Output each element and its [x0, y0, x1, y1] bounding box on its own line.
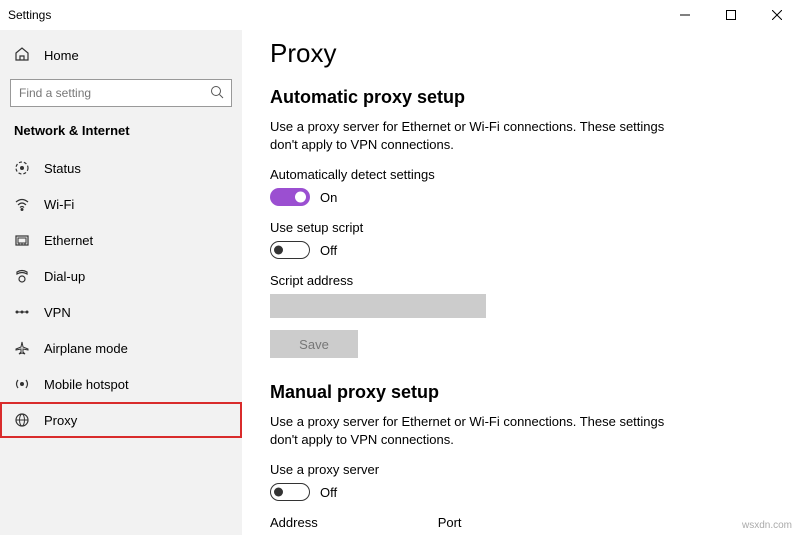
auto-section-desc: Use a proxy server for Ethernet or Wi-Fi…	[270, 118, 670, 153]
setup-script-toggle[interactable]	[270, 241, 310, 259]
use-proxy-label: Use a proxy server	[270, 462, 772, 477]
sidebar-item-airplane[interactable]: Airplane mode	[0, 330, 242, 366]
sidebar-item-dialup[interactable]: Dial-up	[0, 258, 242, 294]
window-controls	[662, 0, 800, 30]
auto-detect-label: Automatically detect settings	[270, 167, 772, 182]
manual-section-heading: Manual proxy setup	[270, 382, 772, 403]
script-address-input[interactable]	[270, 294, 486, 318]
home-nav[interactable]: Home	[0, 40, 242, 79]
watermark: wsxdn.com	[742, 520, 792, 531]
dialup-icon	[14, 268, 30, 284]
airplane-icon	[14, 340, 30, 356]
script-address-label: Script address	[270, 273, 772, 288]
status-icon	[14, 160, 30, 176]
use-proxy-toggle[interactable]	[270, 483, 310, 501]
hotspot-icon	[14, 376, 30, 392]
sidebar-item-label: VPN	[44, 305, 71, 320]
auto-detect-state: On	[320, 190, 337, 205]
main-content: Proxy Automatic proxy setup Use a proxy …	[242, 30, 800, 535]
address-label: Address	[270, 515, 318, 530]
sidebar-item-ethernet[interactable]: Ethernet	[0, 222, 242, 258]
window-title: Settings	[8, 8, 51, 22]
sidebar-item-label: Ethernet	[44, 233, 93, 248]
search-icon	[210, 85, 224, 99]
sidebar-item-status[interactable]: Status	[0, 150, 242, 186]
sidebar: Home Network & Internet Status Wi-Fi Eth…	[0, 30, 242, 535]
use-proxy-state: Off	[320, 485, 337, 500]
auto-section-heading: Automatic proxy setup	[270, 87, 772, 108]
wifi-icon	[14, 196, 30, 212]
close-button[interactable]	[754, 0, 800, 30]
search-input[interactable]	[10, 79, 232, 107]
port-label: Port	[438, 515, 462, 530]
proxy-icon	[14, 412, 30, 428]
sidebar-item-vpn[interactable]: VPN	[0, 294, 242, 330]
sidebar-section-header: Network & Internet	[0, 123, 242, 150]
sidebar-item-label: Wi-Fi	[44, 197, 74, 212]
ethernet-icon	[14, 232, 30, 248]
sidebar-item-label: Status	[44, 161, 81, 176]
setup-script-state: Off	[320, 243, 337, 258]
minimize-button[interactable]	[662, 0, 708, 30]
sidebar-item-hotspot[interactable]: Mobile hotspot	[0, 366, 242, 402]
setup-script-label: Use setup script	[270, 220, 772, 235]
save-button[interactable]: Save	[270, 330, 358, 358]
sidebar-item-label: Dial-up	[44, 269, 85, 284]
sidebar-item-wifi[interactable]: Wi-Fi	[0, 186, 242, 222]
home-label: Home	[44, 48, 79, 63]
sidebar-item-label: Proxy	[44, 413, 77, 428]
vpn-icon	[14, 304, 30, 320]
sidebar-item-label: Airplane mode	[44, 341, 128, 356]
sidebar-item-proxy[interactable]: Proxy	[0, 402, 242, 438]
home-icon	[14, 46, 30, 65]
auto-detect-toggle[interactable]	[270, 188, 310, 206]
maximize-button[interactable]	[708, 0, 754, 30]
manual-section-desc: Use a proxy server for Ethernet or Wi-Fi…	[270, 413, 670, 448]
page-title: Proxy	[270, 38, 772, 69]
sidebar-item-label: Mobile hotspot	[44, 377, 129, 392]
